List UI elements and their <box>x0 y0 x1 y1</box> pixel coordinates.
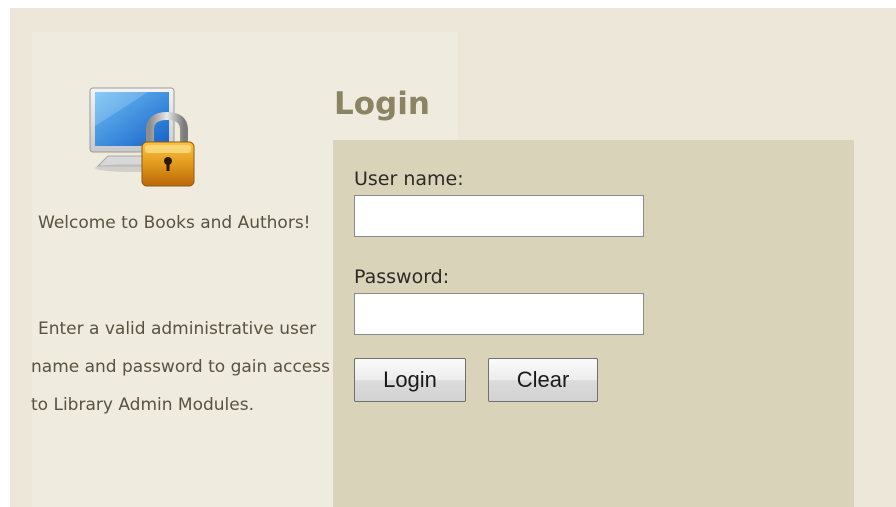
instructions-text: Enter a valid administrative user name a… <box>31 319 330 415</box>
username-label: User name: <box>354 168 464 190</box>
clear-button[interactable]: Clear <box>488 358 598 402</box>
login-heading: Login <box>334 86 430 122</box>
login-button[interactable]: Login <box>354 358 466 402</box>
computer-lock-icon <box>89 87 195 187</box>
welcome-text: Welcome to Books and Authors! <box>38 213 311 233</box>
password-label: Password: <box>354 266 450 288</box>
password-input[interactable] <box>354 293 644 335</box>
username-input[interactable] <box>354 195 644 237</box>
